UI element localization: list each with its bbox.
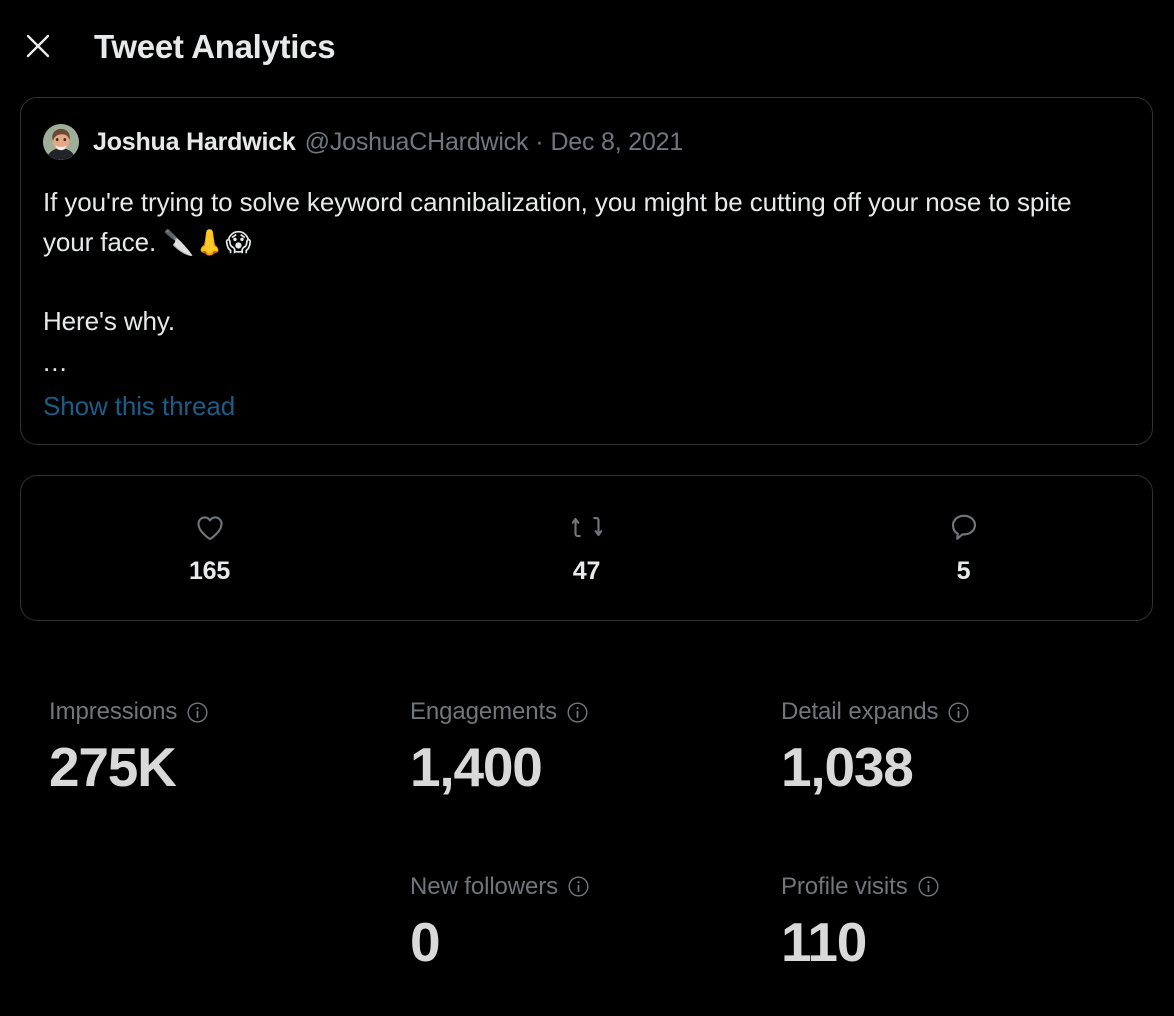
stat-retweets[interactable]: 47: [398, 512, 775, 584]
tweet-text-line-2: Here's why.: [43, 306, 175, 336]
tweet-header: Joshua Hardwick @JoshuaCHardwick · Dec 8…: [43, 124, 1130, 160]
stat-likes-value: 165: [188, 557, 231, 585]
close-button[interactable]: [10, 18, 66, 74]
metric-profile-visits: Profile visits 110: [742, 872, 1113, 973]
info-icon[interactable]: [567, 701, 588, 723]
metric-detail-expands-label-row: Detail expands: [781, 700, 1113, 724]
metric-engagements-label-row: Engagements: [410, 700, 742, 724]
metric-impressions: Impressions 275K: [0, 700, 371, 797]
heart-icon: [195, 512, 225, 542]
retweet-icon: [571, 512, 602, 542]
metric-new-followers-value: 0: [410, 910, 441, 973]
reply-icon: [950, 512, 978, 542]
metric-engagements-value: 1,400: [410, 736, 543, 798]
metric-impressions-value: 275K: [49, 736, 177, 798]
close-icon: [23, 31, 53, 61]
metric-detail-expands-label: Detail expands: [781, 698, 939, 725]
metric-engagements-label: Engagements: [410, 698, 558, 725]
metric-new-followers: New followers 0: [371, 872, 742, 973]
metric-new-followers-label: New followers: [410, 872, 559, 900]
metric-detail-expands: Detail expands 1,038: [742, 700, 1113, 797]
metric-profile-visits-label: Profile visits: [781, 872, 908, 900]
engagement-stats-row: 165 47 5: [21, 476, 1152, 620]
metric-new-followers-label-row: New followers: [410, 872, 742, 900]
metric-profile-visits-label-row: Profile visits: [781, 872, 1113, 900]
stat-retweets-value: 47: [572, 557, 601, 585]
tweet-author-line: Joshua Hardwick @JoshuaCHardwick · Dec 8…: [93, 127, 683, 156]
tweet-date[interactable]: Dec 8, 2021: [550, 129, 683, 155]
avatar[interactable]: [43, 124, 79, 160]
author-display-name[interactable]: Joshua Hardwick: [93, 129, 296, 155]
page-title: Tweet Analytics: [94, 27, 336, 65]
show-this-thread-link[interactable]: Show this thread: [43, 389, 235, 423]
metric-detail-expands-value: 1,038: [781, 736, 914, 798]
engagement-stats-card: 165 47 5: [20, 475, 1153, 621]
tweet-analytics-screen: Tweet Analytics Joshua Hardwick @JoshuaC…: [0, 0, 1174, 1016]
tweet-text: If you're trying to solve keyword cannib…: [43, 182, 1098, 426]
metric-profile-visits-value: 110: [781, 910, 867, 973]
metric-engagements: Engagements 1,400: [371, 700, 742, 797]
info-icon[interactable]: [918, 876, 939, 897]
info-icon[interactable]: [187, 701, 208, 723]
metric-impressions-label: Impressions: [49, 698, 178, 725]
metrics-row-2: New followers 0 Profile visits 110: [0, 872, 1174, 973]
metric-impressions-label-row: Impressions: [49, 700, 371, 724]
info-icon[interactable]: [948, 701, 969, 723]
info-icon[interactable]: [568, 876, 589, 897]
metrics-row-1: Impressions 275K Engagements 1,400 Detai…: [0, 700, 1174, 797]
page-header: Tweet Analytics: [0, 0, 1174, 92]
separator-dot: ·: [535, 127, 544, 156]
tweet-truncation-ellipsis: ...: [43, 347, 68, 377]
stat-likes[interactable]: 165: [21, 512, 398, 584]
author-handle[interactable]: @JoshuaCHardwick: [305, 129, 529, 155]
stat-replies[interactable]: 5: [775, 512, 1152, 584]
metrics-grid: Impressions 275K Engagements 1,400 Detai…: [0, 700, 1174, 972]
stat-replies-value: 5: [956, 557, 971, 585]
tweet-card[interactable]: Joshua Hardwick @JoshuaCHardwick · Dec 8…: [20, 97, 1153, 445]
tweet-emojis: 🔪👃😱: [163, 228, 252, 257]
